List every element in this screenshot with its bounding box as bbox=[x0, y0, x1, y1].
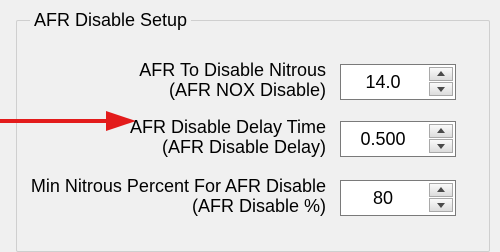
triangle-up-icon bbox=[437, 128, 445, 133]
afr-disable-percent-up-button[interactable] bbox=[429, 183, 453, 197]
afr-disable-percent-label: Min Nitrous Percent For AFR Disable (AFR… bbox=[31, 176, 326, 216]
afr-disable-delay-down-button[interactable] bbox=[429, 139, 453, 153]
triangle-down-icon bbox=[437, 203, 445, 208]
label-line2: (AFR Disable %) bbox=[191, 196, 326, 216]
afr-nox-disable-spinner[interactable]: 14.0 bbox=[340, 64, 456, 100]
afr-disable-delay-value[interactable]: 0.500 bbox=[341, 122, 425, 156]
afr-disable-percent-value[interactable]: 80 bbox=[341, 181, 425, 215]
afr-disable-percent-down-button[interactable] bbox=[429, 198, 453, 212]
afr-nox-disable-up-button[interactable] bbox=[429, 67, 453, 81]
afr-disable-delay-label: AFR Disable Delay Time (AFR Disable Dela… bbox=[130, 117, 326, 157]
label-line2: (AFR Disable Delay) bbox=[161, 137, 326, 157]
red-arrow-icon bbox=[0, 111, 136, 131]
afr-nox-disable-label: AFR To Disable Nitrous (AFR NOX Disable) bbox=[139, 60, 326, 100]
afr-disable-percent-spinner[interactable]: 80 bbox=[340, 180, 456, 216]
afr-nox-disable-value[interactable]: 14.0 bbox=[341, 65, 425, 99]
label-line1: AFR To Disable Nitrous bbox=[139, 60, 326, 80]
afr-disable-delay-spinner[interactable]: 0.500 bbox=[340, 121, 456, 157]
label-line1: AFR Disable Delay Time bbox=[129, 117, 326, 137]
afr-disable-delay-up-button[interactable] bbox=[429, 124, 453, 138]
label-line2: (AFR NOX Disable) bbox=[168, 80, 326, 100]
group-title: AFR Disable Setup bbox=[30, 9, 192, 31]
triangle-up-icon bbox=[437, 71, 445, 76]
triangle-up-icon bbox=[437, 187, 445, 192]
afr-nox-disable-down-button[interactable] bbox=[429, 82, 453, 96]
triangle-down-icon bbox=[437, 87, 445, 92]
triangle-down-icon bbox=[437, 144, 445, 149]
label-line1: Min Nitrous Percent For AFR Disable bbox=[30, 176, 326, 196]
